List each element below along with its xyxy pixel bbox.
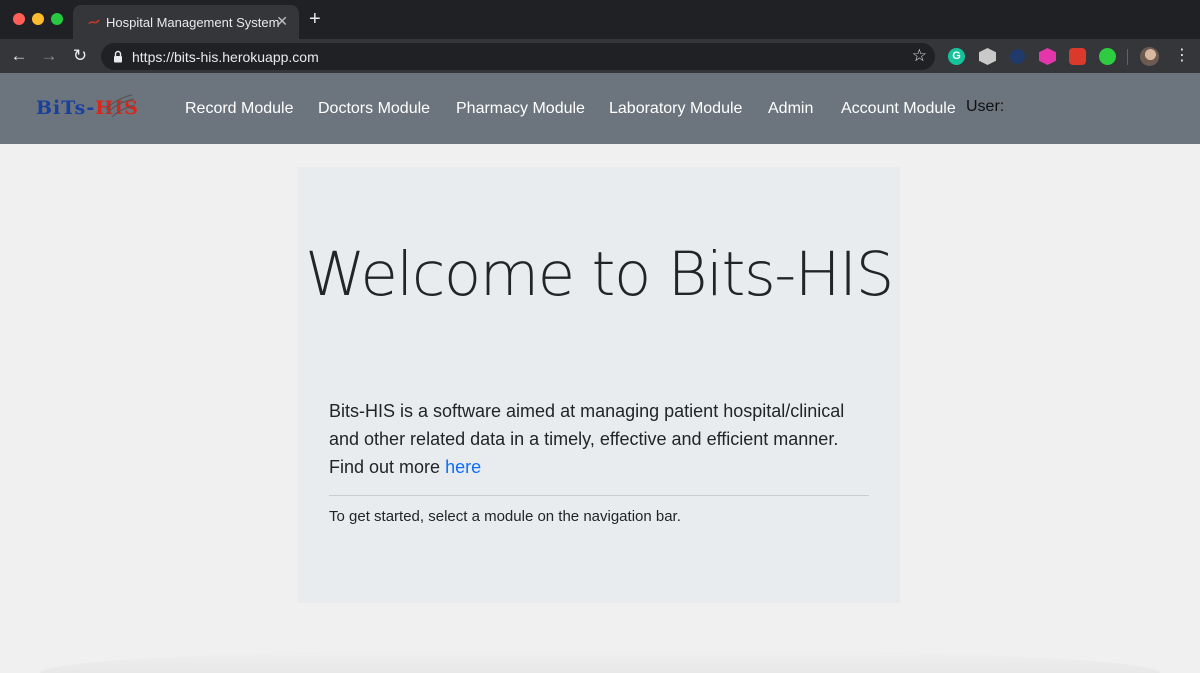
nav-account-module[interactable]: Account Module: [841, 100, 956, 118]
graphql-extension-icon[interactable]: [1039, 48, 1056, 65]
minimize-window-icon[interactable]: [32, 13, 44, 25]
bookmark-star-icon[interactable]: ☆: [912, 46, 927, 66]
circle-extension-icon[interactable]: [1010, 49, 1025, 64]
welcome-jumbotron: Welcome to Bits-HIS Bits-HIS is a softwa…: [298, 167, 900, 603]
nav-admin[interactable]: Admin: [768, 100, 813, 118]
address-bar[interactable]: https://bits-his.herokuapp.com ☆: [101, 43, 935, 70]
browser-menu-icon[interactable]: ⋮: [1174, 46, 1190, 66]
url-text: https://bits-his.herokuapp.com: [132, 49, 319, 65]
hexagon-extension-icon[interactable]: [979, 48, 996, 65]
close-tab-icon[interactable]: ✕: [276, 13, 288, 30]
browser-toolbar: ← → ↻ https://bits-his.herokuapp.com ☆ G…: [0, 39, 1200, 73]
nav-pharmacy-module[interactable]: Pharmacy Module: [456, 100, 585, 118]
tab-title: Hospital Management System: [106, 15, 280, 30]
green-extension-icon[interactable]: [1099, 48, 1116, 65]
red-extension-icon[interactable]: [1069, 48, 1086, 65]
forward-arrow-icon[interactable]: →: [38, 45, 60, 67]
new-tab-icon[interactable]: +: [309, 9, 321, 29]
nav-doctors-module[interactable]: Doctors Module: [318, 100, 430, 118]
find-out-more-link[interactable]: here: [445, 457, 481, 477]
grammarly-extension-icon[interactable]: G: [948, 48, 965, 65]
intro-paragraph: Bits-HIS is a software aimed at managing…: [329, 397, 874, 481]
brand-logo[interactable]: BiTs-HIS: [36, 94, 139, 119]
maximize-window-icon[interactable]: [51, 13, 63, 25]
profile-avatar[interactable]: [1140, 47, 1159, 66]
page-footer-shadow: [40, 648, 1160, 673]
get-started-hint: To get started, select a module on the n…: [329, 508, 681, 525]
close-window-icon[interactable]: [13, 13, 25, 25]
logo-swirl-icon: [105, 94, 136, 118]
lock-icon: [114, 50, 122, 63]
site-navbar: BiTs-HIS Record Module Doctors Module Ph…: [0, 73, 1200, 144]
brand-logo-part1: BiTs-: [36, 97, 96, 119]
user-label: User:: [966, 98, 1005, 115]
toolbar-divider: [1127, 49, 1128, 65]
browser-tab[interactable]: Hospital Management System ✕: [73, 5, 299, 39]
nav-record-module[interactable]: Record Module: [185, 100, 294, 118]
back-arrow-icon[interactable]: ←: [8, 45, 30, 67]
nav-laboratory-module[interactable]: Laboratory Module: [609, 100, 742, 118]
page-title: Welcome to Bits-HIS: [305, 239, 894, 310]
browser-tabstrip: Hospital Management System ✕ +: [0, 0, 1200, 39]
intro-text: Bits-HIS is a software aimed at managing…: [329, 401, 845, 477]
divider-rule: [329, 495, 869, 496]
favicon-icon: [88, 19, 100, 25]
reload-icon[interactable]: ↻: [69, 45, 91, 67]
